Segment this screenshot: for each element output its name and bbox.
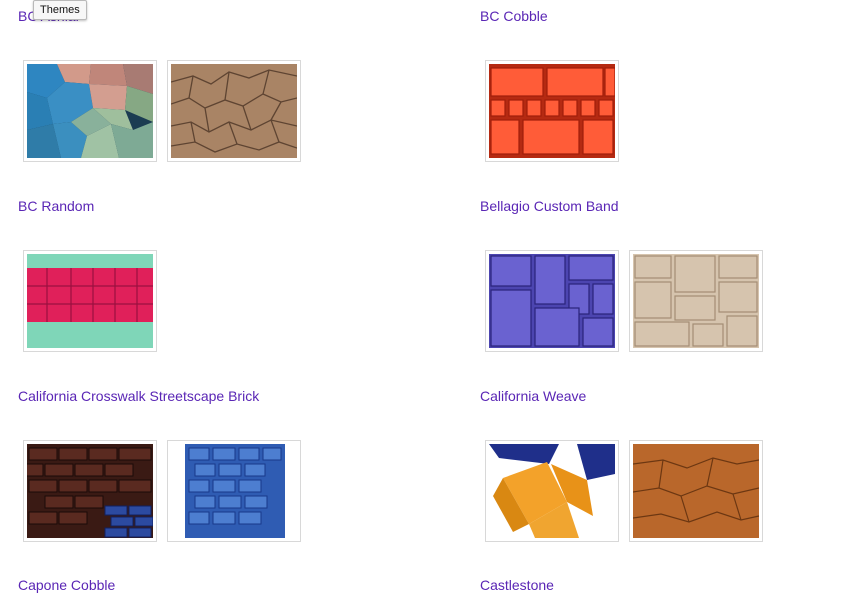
- product-title-link[interactable]: BC Cobble: [480, 8, 548, 24]
- product-item: California Weave: [480, 380, 840, 570]
- themes-tooltip: Themes: [33, 0, 87, 20]
- product-thumbnail[interactable]: [485, 250, 619, 352]
- yellow-weave-image: [489, 444, 615, 538]
- product-thumbnail[interactable]: [23, 60, 157, 162]
- product-item: BC Random: [18, 190, 378, 380]
- product-title-link[interactable]: Castlestone: [480, 577, 554, 593]
- brown-stone-image: [633, 444, 759, 538]
- product-thumbnail[interactable]: [485, 60, 619, 162]
- product-item: Bellagio Custom Band: [480, 190, 840, 380]
- product-item: BC Ashlar: [18, 0, 378, 190]
- product-title-link[interactable]: California Weave: [480, 388, 586, 404]
- product-thumbnail[interactable]: [629, 440, 763, 542]
- product-title-link[interactable]: California Crosswalk Streetscape Brick: [18, 388, 259, 404]
- product-title-link[interactable]: Capone Cobble: [18, 577, 115, 593]
- product-thumbnail[interactable]: [167, 60, 301, 162]
- product-item: BC Cobble: [480, 0, 840, 190]
- product-thumbnail[interactable]: [23, 250, 157, 352]
- purple-ashlar-image: [489, 254, 615, 348]
- blue-cobble-image: [171, 444, 297, 538]
- product-thumbnail[interactable]: [167, 440, 301, 542]
- red-green-slate-image: [27, 254, 153, 348]
- left-column: BC Ashlar: [18, 0, 378, 570]
- right-column: BC Cobble Bellagio Custom Band Californi…: [480, 0, 840, 570]
- product-thumbnail[interactable]: [629, 250, 763, 352]
- product-thumbnail[interactable]: [485, 440, 619, 542]
- orange-cobble-image: [489, 64, 615, 158]
- beige-ashlar-image: [633, 254, 759, 348]
- product-item: California Crosswalk Streetscape Brick: [18, 380, 378, 570]
- product-title-link[interactable]: BC Random: [18, 198, 94, 214]
- product-title-link[interactable]: Bellagio Custom Band: [480, 198, 619, 214]
- dark-brick-image: [27, 444, 153, 538]
- product-thumbnail[interactable]: [23, 440, 157, 542]
- tan-flagstone-image: [171, 64, 297, 158]
- colored-flagstone-image: [27, 64, 153, 158]
